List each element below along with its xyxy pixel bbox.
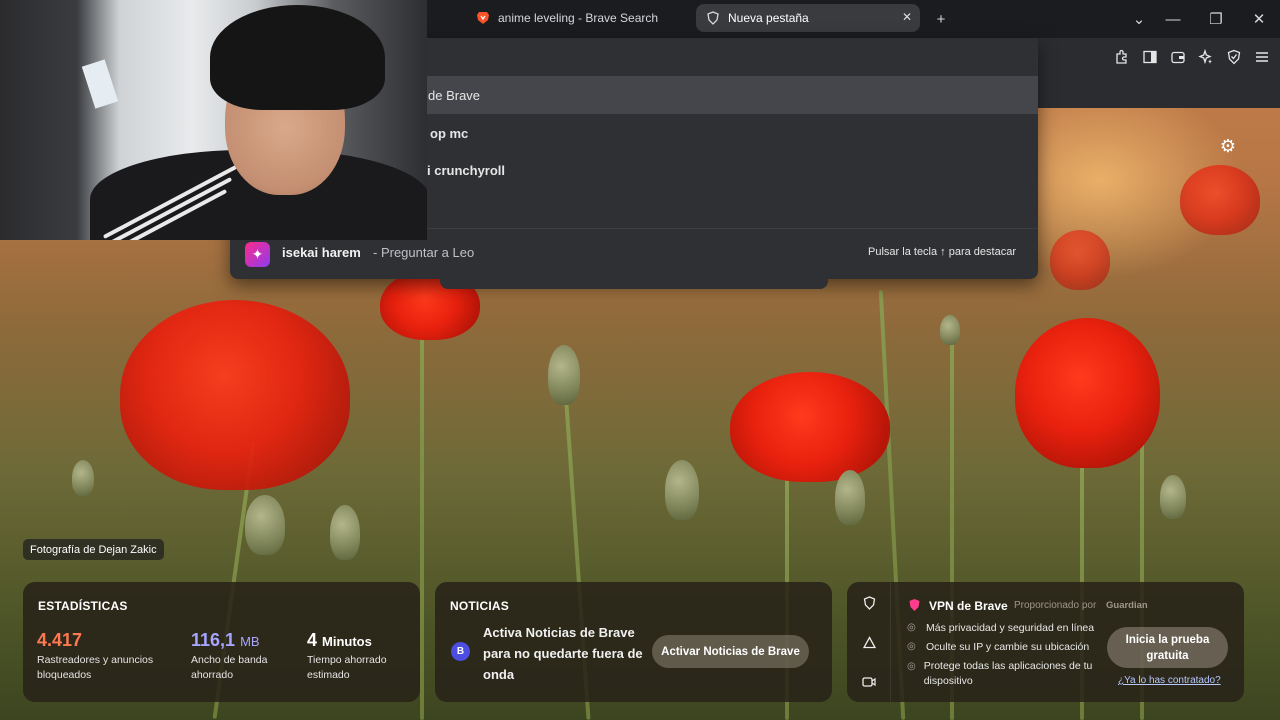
guardian-logo: Guardian — [1106, 600, 1148, 611]
poppy-flower — [120, 300, 350, 490]
talk-tab-icon[interactable] — [859, 672, 879, 692]
brave-shield-icon — [706, 11, 720, 25]
poppy-bud — [940, 315, 960, 345]
vpn-feature-text: Oculte su IP y cambie su ubicación — [926, 641, 1090, 653]
poppy-flower — [1015, 318, 1160, 468]
leo-keyboard-hint: Pulsar la tecla ↑ para destacar — [868, 246, 1016, 258]
minimize-button[interactable]: — — [1162, 8, 1184, 30]
poppy-bud — [548, 345, 580, 405]
poppy-bud — [1160, 475, 1186, 519]
vpn-powered-by: Proporcionado por — [1014, 600, 1097, 611]
tab-brave-search[interactable]: anime leveling - Brave Search — [466, 4, 688, 32]
news-title: NOTICIAS — [450, 599, 509, 613]
vpn-shield-icon[interactable] — [1224, 47, 1244, 67]
news-promo-text: Activa Noticias de Brave para no quedart… — [483, 625, 643, 682]
vpn-tab-icon[interactable] — [859, 593, 879, 613]
new-tab-button[interactable]: + — [930, 8, 952, 30]
vpn-widget: VPN de Brave Proporcionado por Guardian … — [847, 582, 1244, 702]
poppy-bud — [330, 505, 360, 560]
poppy-flower — [1180, 165, 1260, 235]
tab-title: anime leveling - Brave Search — [498, 11, 659, 25]
time-label: Tiempo ahorrado estimado — [307, 654, 387, 681]
vpn-feature-text: Más privacidad y seguridad en línea — [926, 622, 1095, 634]
poppy-flower — [1050, 230, 1110, 290]
vpn-logo-icon — [907, 598, 921, 612]
news-widget: NOTICIAS B Activa Noticias de Brave para… — [435, 582, 832, 702]
vpn-feature: ◎ Protege todas las aplicaciones de tu d… — [907, 659, 1102, 689]
bandwidth-value: 116,1 MB — [191, 630, 291, 651]
vpn-title: VPN de Brave — [929, 599, 1008, 613]
start-trial-button[interactable]: Inicia la prueba gratuita — [1107, 627, 1228, 668]
restore-button[interactable]: ❐ — [1205, 8, 1227, 30]
suggestion-text: de Brave — [428, 87, 481, 103]
close-window-button[interactable]: ✕ — [1248, 8, 1270, 30]
brave-news-icon: B — [451, 642, 470, 661]
bandwidth-label: Ancho de banda ahorrado — [191, 654, 268, 681]
leo-action-label: - Preguntar a Leo — [373, 245, 475, 260]
bandwidth-unit: MB — [240, 634, 260, 649]
time-value: 4 Minutos — [307, 630, 407, 651]
poppy-bud — [835, 470, 865, 525]
leo-query: isekai harem — [282, 245, 361, 260]
suggestion-text: i crunchyroll — [427, 162, 506, 178]
time-unit: Minutos — [322, 634, 372, 649]
check-icon: ◎ — [907, 641, 916, 652]
widget-switcher — [847, 582, 891, 702]
stat-bandwidth: 116,1 MB Ancho de banda ahorrado — [191, 630, 291, 683]
poppy-bud — [245, 495, 285, 555]
stat-time: 4 Minutos Tiempo ahorrado estimado — [307, 630, 407, 683]
webcam-person-hair — [210, 5, 385, 110]
vpn-feature: ◎ Más privacidad y seguridad en línea — [907, 622, 1107, 634]
leo-sparkle-icon: ✦ — [245, 242, 270, 267]
trackers-value: 4.417 — [37, 630, 83, 650]
vpn-feature: ◎ Oculte su IP y cambie su ubicación — [907, 641, 1107, 653]
poppy-bud — [72, 460, 94, 496]
poppy-stem — [420, 320, 424, 720]
stats-title: ESTADÍSTICAS — [38, 599, 128, 613]
stats-widget: ESTADÍSTICAS 4.417 Rastreadores y anunci… — [23, 582, 420, 702]
tab-new-tab[interactable]: Nueva pestaña ✕ — [696, 4, 920, 32]
search-box-shadow — [440, 279, 828, 289]
wallet-icon[interactable] — [1168, 47, 1188, 67]
check-icon: ◎ — [907, 661, 916, 672]
leo-ai-icon[interactable] — [1196, 47, 1216, 67]
vpn-feature-text: Protege todas las aplicaciones de tu dis… — [923, 660, 1093, 687]
webcam-overlay — [0, 0, 427, 240]
webcam-background-object — [81, 59, 119, 109]
suggestion-text: op mc — [430, 125, 469, 141]
already-subscribed-link[interactable]: ¿Ya lo has contratado? — [1118, 675, 1221, 686]
extensions-icon[interactable] — [1112, 47, 1132, 67]
sidebar-icon[interactable] — [1140, 47, 1160, 67]
brave-lion-icon — [476, 11, 490, 25]
tab-list-button[interactable]: ⌄ — [1128, 8, 1150, 30]
gear-icon[interactable]: ⚙ — [1217, 135, 1239, 157]
time-number: 4 — [307, 630, 318, 650]
check-icon: ◎ — [907, 622, 916, 633]
close-tab-icon[interactable]: ✕ — [902, 10, 912, 24]
poppy-bud — [665, 460, 699, 520]
menu-icon[interactable] — [1252, 47, 1272, 67]
rewards-tab-icon[interactable] — [859, 632, 879, 652]
poppy-flower — [730, 372, 890, 482]
trackers-label: Rastreadores y anuncios bloqueados — [37, 654, 154, 681]
activate-news-button[interactable]: Activar Noticias de Brave — [652, 635, 809, 668]
photo-credit[interactable]: Fotografía de Dejan Zakic — [23, 539, 164, 560]
bandwidth-number: 116,1 — [191, 630, 236, 650]
tab-title: Nueva pestaña — [728, 11, 809, 25]
stat-trackers: 4.417 Rastreadores y anuncios bloqueados — [37, 630, 177, 683]
